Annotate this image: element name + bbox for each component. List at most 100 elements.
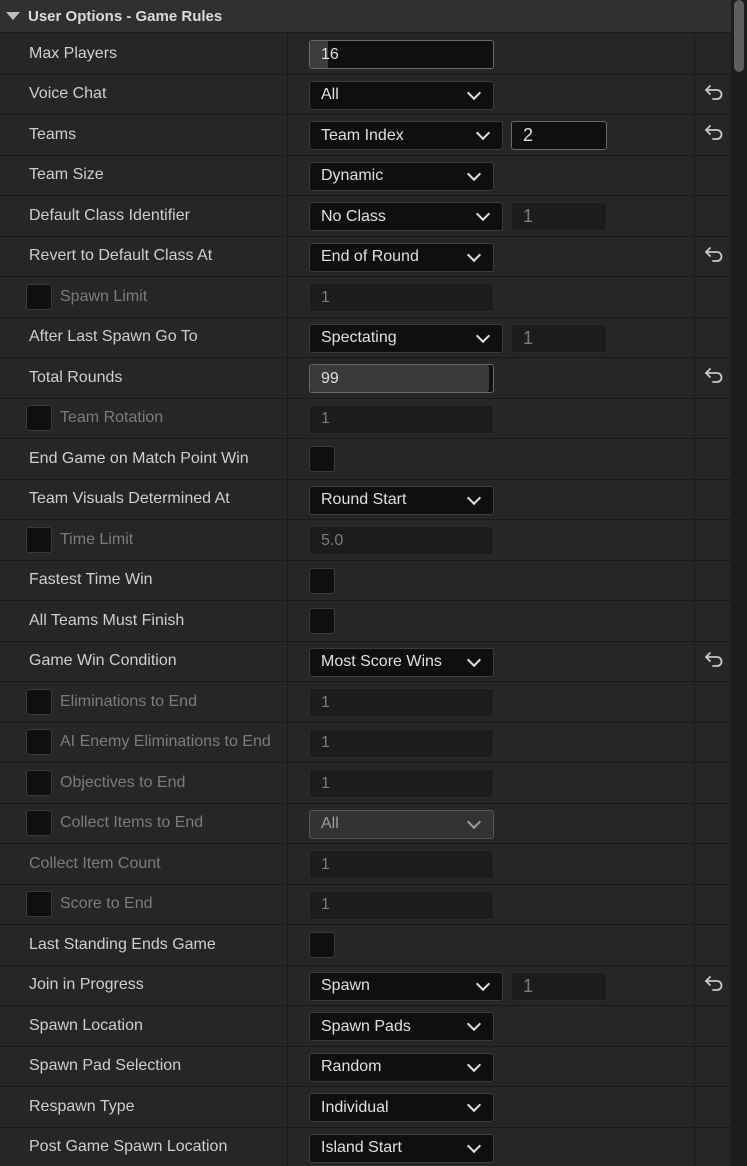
enable-checkbox[interactable] bbox=[26, 769, 52, 796]
option-label: Collect Items to End bbox=[60, 814, 204, 832]
reset-to-default-icon[interactable] bbox=[704, 246, 724, 267]
last-standing-ends-game-checkbox[interactable] bbox=[309, 932, 335, 958]
ai-enemy-eliminations-to-end-input[interactable]: 1 bbox=[309, 728, 494, 758]
reset-cell bbox=[696, 925, 731, 965]
row-spawn-pad-selection: Spawn Pad Selection Random bbox=[0, 1046, 731, 1087]
reset-to-default-icon[interactable] bbox=[704, 975, 724, 996]
game-win-condition-dropdown[interactable]: Most Score Wins bbox=[309, 647, 494, 677]
value-cell bbox=[289, 439, 695, 479]
dropdown-value: No Class bbox=[321, 207, 386, 225]
row-ai-enemy-eliminations-to-end: AI Enemy Eliminations to End 1 bbox=[0, 722, 731, 763]
join-in-progress-number-input[interactable]: 1 bbox=[511, 971, 607, 1001]
value-cell: 1 bbox=[289, 763, 695, 803]
value-cell: Random bbox=[289, 1046, 695, 1086]
row-teams: Teams Team Index 2 bbox=[0, 115, 731, 156]
row-post-game-spawn-location: Post Game Spawn Location Island Start bbox=[0, 1127, 731, 1166]
all-teams-must-finish-checkbox[interactable] bbox=[309, 608, 335, 634]
revert-to-default-class-at-dropdown[interactable]: End of Round bbox=[309, 242, 494, 272]
score-to-end-input[interactable]: 1 bbox=[309, 890, 494, 920]
option-label: Last Standing Ends Game bbox=[29, 935, 216, 953]
label-cell: Revert to Default Class At bbox=[0, 236, 288, 276]
time-limit-input[interactable]: 5.0 bbox=[309, 526, 494, 555]
voice-chat-dropdown[interactable]: All bbox=[309, 80, 494, 110]
fastest-time-win-checkbox[interactable] bbox=[309, 567, 335, 594]
enable-checkbox[interactable] bbox=[26, 526, 52, 553]
default-class-identifier-dropdown[interactable]: No Class bbox=[309, 202, 503, 231]
spawn-location-dropdown[interactable]: Spawn Pads bbox=[309, 1012, 494, 1041]
enable-checkbox[interactable] bbox=[26, 688, 52, 715]
teams-number-input[interactable]: 2 bbox=[511, 121, 607, 150]
spawn-limit-input[interactable]: 1 bbox=[309, 283, 494, 312]
reset-to-default-icon[interactable] bbox=[704, 651, 724, 672]
teams-dropdown[interactable]: Team Index bbox=[309, 121, 503, 150]
total-rounds-slider-input[interactable]: 99 bbox=[309, 364, 494, 393]
respawn-type-dropdown[interactable]: Individual bbox=[309, 1093, 494, 1122]
value-cell: 1 bbox=[289, 884, 695, 924]
collect-item-count-input[interactable]: 1 bbox=[309, 850, 494, 879]
label-cell: Fastest Time Win bbox=[0, 560, 288, 600]
end-game-on-match-point-win-checkbox[interactable] bbox=[309, 446, 335, 472]
collect-items-to-end-dropdown[interactable]: All bbox=[309, 809, 494, 839]
label-cell: Max Players bbox=[0, 34, 288, 74]
enable-checkbox[interactable] bbox=[26, 405, 52, 432]
enable-checkbox[interactable] bbox=[26, 729, 52, 756]
spawn-pad-selection-dropdown[interactable]: Random bbox=[309, 1052, 494, 1082]
team-rotation-input[interactable]: 1 bbox=[309, 404, 494, 434]
default-class-identifier-number-input[interactable]: 1 bbox=[511, 202, 607, 231]
chevron-down-icon bbox=[466, 166, 482, 181]
scrollbar-thumb[interactable] bbox=[734, 0, 744, 72]
label-cell: Spawn Location bbox=[0, 1006, 288, 1046]
reset-to-default-icon[interactable] bbox=[704, 124, 724, 145]
dropdown-value: Spectating bbox=[321, 329, 397, 346]
team-size-dropdown[interactable]: Dynamic bbox=[309, 161, 494, 191]
scrollbar-track[interactable] bbox=[731, 0, 747, 1166]
label-cell: Time Limit bbox=[0, 520, 288, 560]
label-cell: After Last Spawn Go To bbox=[0, 317, 288, 357]
reset-cell bbox=[696, 1087, 731, 1127]
row-voice-chat: Voice Chat All bbox=[0, 74, 731, 115]
reset-cell bbox=[696, 763, 731, 803]
label-cell: Join in Progress bbox=[0, 965, 288, 1005]
value-cell: Spawn Pads bbox=[289, 1006, 695, 1046]
value-cell: Most Score Wins bbox=[289, 641, 695, 681]
reset-cell bbox=[696, 601, 731, 641]
enable-checkbox[interactable] bbox=[26, 283, 52, 310]
section-header[interactable]: User Options - Game Rules bbox=[0, 0, 731, 33]
row-fastest-time-win: Fastest Time Win bbox=[0, 560, 731, 601]
dropdown-value: All bbox=[321, 815, 339, 832]
post-game-spawn-location-dropdown[interactable]: Island Start bbox=[309, 1133, 494, 1163]
after-last-spawn-go-to-number-input[interactable]: 1 bbox=[511, 323, 607, 353]
option-label: Score to End bbox=[60, 895, 153, 913]
after-last-spawn-go-to-dropdown[interactable]: Spectating bbox=[309, 323, 503, 353]
row-collect-item-count: Collect Item Count 1 bbox=[0, 844, 731, 885]
reset-cell bbox=[696, 75, 731, 115]
value-cell: 1 bbox=[289, 277, 695, 317]
value-cell: 5.0 bbox=[289, 520, 695, 560]
value-cell: Team Index 2 bbox=[289, 115, 695, 155]
label-cell: Team Rotation bbox=[0, 398, 288, 438]
team-visuals-determined-at-dropdown[interactable]: Round Start bbox=[309, 485, 494, 515]
option-label: End Game on Match Point Win bbox=[29, 449, 249, 467]
eliminations-to-end-input[interactable]: 1 bbox=[309, 688, 494, 717]
label-cell: Post Game Spawn Location bbox=[0, 1127, 288, 1166]
row-time-limit: Time Limit 5.0 bbox=[0, 520, 731, 561]
slider-value: 99 bbox=[321, 369, 339, 387]
collapse-triangle-icon[interactable] bbox=[6, 12, 20, 20]
label-cell: All Teams Must Finish bbox=[0, 601, 288, 641]
label-cell: End Game on Match Point Win bbox=[0, 439, 288, 479]
chevron-down-icon bbox=[466, 814, 482, 829]
reset-cell bbox=[696, 277, 731, 317]
objectives-to-end-input[interactable]: 1 bbox=[309, 769, 494, 798]
reset-to-default-icon[interactable] bbox=[704, 84, 724, 105]
row-max-players: Max Players 16 bbox=[0, 34, 731, 75]
option-label: Collect Item Count bbox=[29, 854, 161, 872]
enable-checkbox[interactable] bbox=[26, 810, 52, 837]
value-cell: Spawn 1 bbox=[289, 965, 695, 1005]
enable-checkbox[interactable] bbox=[26, 891, 52, 918]
reset-to-default-icon[interactable] bbox=[704, 367, 724, 388]
max-players-slider-input[interactable]: 16 bbox=[309, 40, 494, 69]
chevron-down-icon bbox=[475, 125, 491, 141]
join-in-progress-dropdown[interactable]: Spawn bbox=[309, 971, 503, 1001]
row-spawn-location: Spawn Location Spawn Pads bbox=[0, 1006, 731, 1047]
chevron-down-icon bbox=[466, 85, 482, 100]
